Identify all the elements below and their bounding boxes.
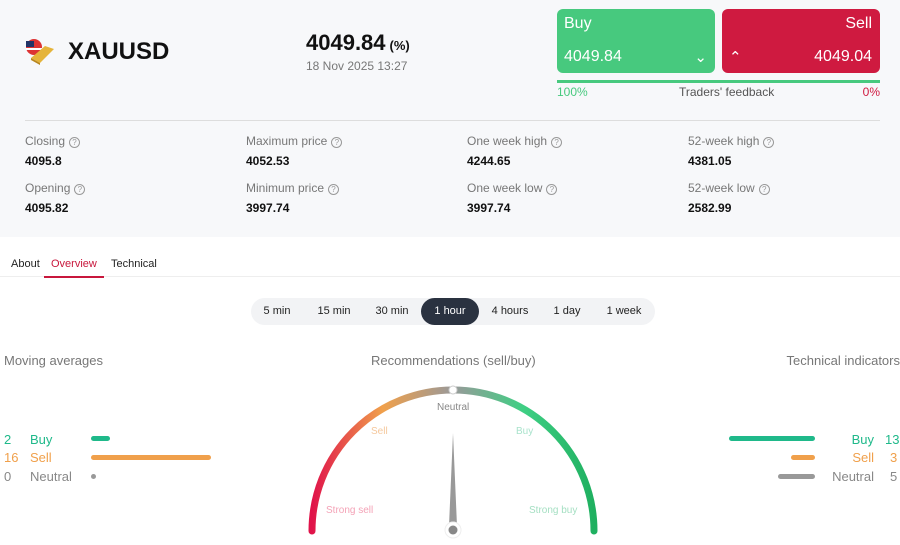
current-price: 4049.84 (%) [306,30,410,55]
info-icon[interactable]: ? [74,184,86,195]
chevron-up-icon: ⌃ [729,49,742,66]
stat-value: 3997.74 [467,201,511,215]
stat-label-text: Opening [25,181,71,195]
stat-label-text: Maximum price [246,134,328,148]
stat-value: 2582.99 [688,201,732,215]
technical-indicators-title: Technical indicators [786,353,900,368]
symbol: XAUUSD [68,38,170,65]
sell-label: Sell [845,15,872,32]
gauge-label-neutral: Neutral [437,402,470,413]
moving-averages-title: Moving averages [4,353,103,368]
instrument-header: XAUUSD 4049.84 (%) 18 Nov 2025 13:27 Buy … [0,0,900,237]
info-icon[interactable]: ? [551,137,563,148]
ma-buy-bar [91,436,110,441]
stat-52-week-low: 52-week low? 2582.99 [688,181,770,215]
stat-value: 4095.8 [25,154,62,168]
info-icon[interactable]: ? [546,184,558,195]
stat-label-text: One week high [467,134,548,148]
stat-label-text: One week low [467,181,543,195]
stat-value: 4381.05 [688,154,732,168]
stat-52-week-high: 52-week high? 4381.05 [688,134,775,168]
info-icon[interactable]: ? [758,184,770,195]
info-icon[interactable]: ? [763,137,775,148]
gauge-needle [449,433,457,526]
tab-bar: About Overview Technical [0,250,900,278]
ma-sell-count: 16 [4,450,19,465]
gold-usd-logo-icon [26,39,54,65]
ma-neutral-count: 0 [4,469,12,484]
stat-label-text: 52-week high [688,134,760,148]
gauge-pivot-dot [448,525,458,535]
feedback-bar [557,80,880,83]
tab-about[interactable]: About [11,258,40,270]
buy-button[interactable]: Buy 4049.84 ⌄ [557,9,715,73]
feedback-buy-pct: 100% [557,85,588,99]
period-1-week[interactable]: 1 week [597,298,651,325]
stat-label: Minimum price? [246,181,340,195]
stat-label: Maximum price? [246,134,343,148]
stat-value: 4244.65 [467,154,511,168]
stat-opening: Opening? 4095.82 [25,181,86,215]
ma-neutral-label: Neutral [30,469,72,484]
gauge-label-strong-buy: Strong buy [529,505,578,516]
gauge-label-strong-sell: Strong sell [326,505,374,516]
feedback-sell-pct: 0% [862,85,880,99]
stat-label: One week high? [467,134,563,148]
stat-one-week-high: One week high? 4244.65 [467,134,563,168]
ma-buy-label: Buy [30,432,53,447]
stat-label: One week low? [467,181,558,195]
ma-sell-label: Sell [30,450,52,465]
ti-neutral-bar [778,474,815,479]
recommendations-title: Recommendations (sell/buy) [371,353,536,368]
buy-label: Buy [564,15,592,32]
info-icon[interactable]: ? [69,137,81,148]
period-1-day[interactable]: 1 day [541,298,593,325]
ti-sell-count: 3 [890,450,898,465]
stat-label: 52-week low? [688,181,770,195]
divider [25,120,880,121]
ti-neutral-count: 5 [890,469,898,484]
ti-buy-label: Buy [851,432,874,447]
stat-value: 4095.82 [25,201,69,215]
ma-sell-bar [91,455,211,460]
period-selector: 5 min 15 min 30 min 1 hour 4 hours 1 day 1 wee… [251,298,655,325]
ti-sell-label: Sell [852,450,874,465]
stat-one-week-low: One week low? 3997.74 [467,181,558,215]
stat-maximum-price: Maximum price? 4052.53 [246,134,343,168]
tab-technical[interactable]: Technical [111,258,157,270]
gauge-neutral-marker [448,385,458,395]
period-30-min[interactable]: 30 min [363,298,421,325]
stat-label-text: Closing [25,134,66,148]
stat-value: 3997.74 [246,201,290,215]
sell-price: 4049.04 [814,48,872,65]
stat-label: Opening? [25,181,86,195]
period-1-hour[interactable]: 1 hour [421,298,479,325]
ma-buy-count: 2 [4,432,12,447]
period-15-min[interactable]: 15 min [305,298,363,325]
ma-neutral-bar [91,474,96,479]
period-5-min[interactable]: 5 min [259,298,295,325]
price-datetime: 18 Nov 2025 13:27 [306,59,408,73]
info-icon[interactable]: ? [328,184,340,195]
ti-buy-bar [729,436,815,441]
stat-closing: Closing? 4095.8 [25,134,81,168]
period-4-hours[interactable]: 4 hours [479,298,541,325]
stat-label: 52-week high? [688,134,775,148]
stat-label: Closing? [25,134,81,148]
gauge-label-buy: Buy [516,426,534,437]
gauge-label-sell: Sell [371,426,388,437]
ti-neutral-label: Neutral [832,469,874,484]
chevron-down-icon: ⌄ [694,49,707,66]
feedback-label: Traders' feedback [679,85,775,99]
stat-value: 4052.53 [246,154,290,168]
stat-label-text: Minimum price [246,181,325,195]
sell-button[interactable]: Sell 4049.04 ⌃ [722,9,880,73]
info-icon[interactable]: ? [331,137,343,148]
ti-buy-count: 13 [885,432,900,447]
stat-label-text: 52-week low [688,181,755,195]
stat-minimum-price: Minimum price? 3997.74 [246,181,340,215]
buy-price: 4049.84 [564,48,622,65]
ti-sell-bar [791,455,815,460]
tab-overview[interactable]: Overview [44,258,104,278]
